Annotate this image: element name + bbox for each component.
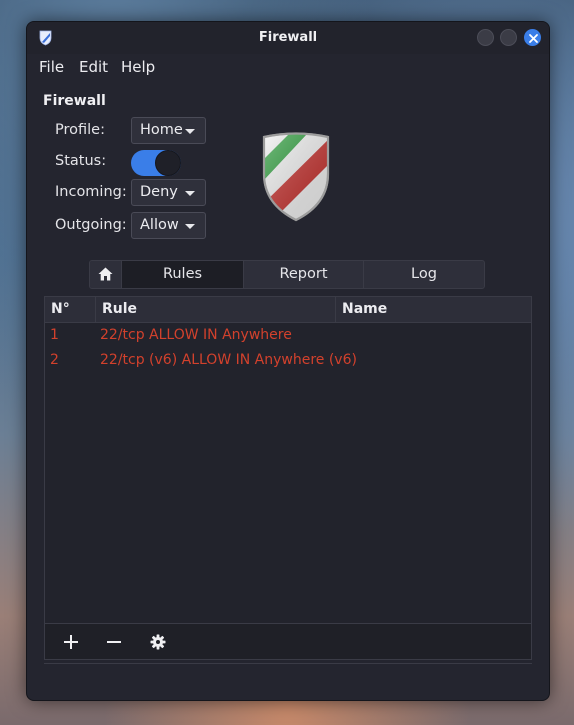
chevron-down-icon (185, 224, 195, 229)
status-label: Status: (55, 153, 107, 169)
outgoing-dropdown[interactable]: Allow (131, 212, 206, 239)
close-icon (529, 34, 538, 43)
menu-bar: File Edit Help (27, 54, 549, 80)
incoming-dropdown[interactable]: Deny (131, 179, 206, 206)
chevron-down-icon (185, 191, 195, 196)
rules-table: N° Rule Name 1 22/tcp ALLOW IN Anywhere … (44, 296, 532, 624)
close-button[interactable] (524, 29, 541, 46)
profile-dropdown[interactable]: Home (131, 117, 206, 144)
remove-icon[interactable] (105, 633, 123, 651)
tab-home[interactable] (90, 261, 122, 288)
firewall-shield-icon (262, 132, 330, 222)
chevron-down-icon (185, 129, 195, 134)
header-name[interactable]: Name (335, 297, 531, 322)
section-title: Firewall (43, 93, 106, 109)
header-rule[interactable]: Rule (95, 297, 335, 322)
tab-report[interactable]: Report (243, 261, 364, 288)
minimize-button[interactable] (477, 29, 494, 46)
tab-log[interactable]: Log (364, 261, 484, 288)
window-title: Firewall (258, 30, 318, 45)
menu-edit[interactable]: Edit (79, 58, 108, 76)
settings-icon[interactable] (149, 633, 167, 651)
incoming-value: Deny (140, 184, 178, 200)
status-divider (44, 663, 532, 664)
profile-value: Home (140, 122, 183, 138)
firewall-window: Firewall File Edit Help Firewall Profile… (26, 21, 550, 701)
status-toggle[interactable] (131, 150, 181, 176)
title-bar[interactable]: Firewall (27, 22, 549, 54)
maximize-button[interactable] (500, 29, 517, 46)
table-row[interactable]: 2 22/tcp (v6) ALLOW IN Anywhere (v6) (45, 348, 531, 373)
rules-toolbar (44, 624, 532, 660)
outgoing-label: Outgoing: (55, 217, 127, 233)
incoming-label: Incoming: (55, 184, 127, 200)
menu-file[interactable]: File (39, 58, 64, 76)
home-icon (98, 267, 113, 281)
table-header: N° Rule Name (45, 297, 531, 323)
toggle-knob (155, 150, 181, 176)
tab-rules[interactable]: Rules (122, 261, 243, 288)
table-row[interactable]: 1 22/tcp ALLOW IN Anywhere (45, 323, 531, 348)
tab-bar: Rules Report Log (89, 260, 485, 289)
menu-help[interactable]: Help (121, 58, 155, 76)
header-number[interactable]: N° (45, 297, 95, 322)
row-rule: 22/tcp (v6) ALLOW IN Anywhere (v6) (100, 352, 357, 368)
profile-label: Profile: (55, 122, 105, 138)
add-icon[interactable] (62, 633, 80, 651)
row-number: 1 (50, 327, 59, 343)
row-rule: 22/tcp ALLOW IN Anywhere (100, 327, 292, 343)
outgoing-value: Allow (140, 217, 179, 233)
row-number: 2 (50, 352, 59, 368)
